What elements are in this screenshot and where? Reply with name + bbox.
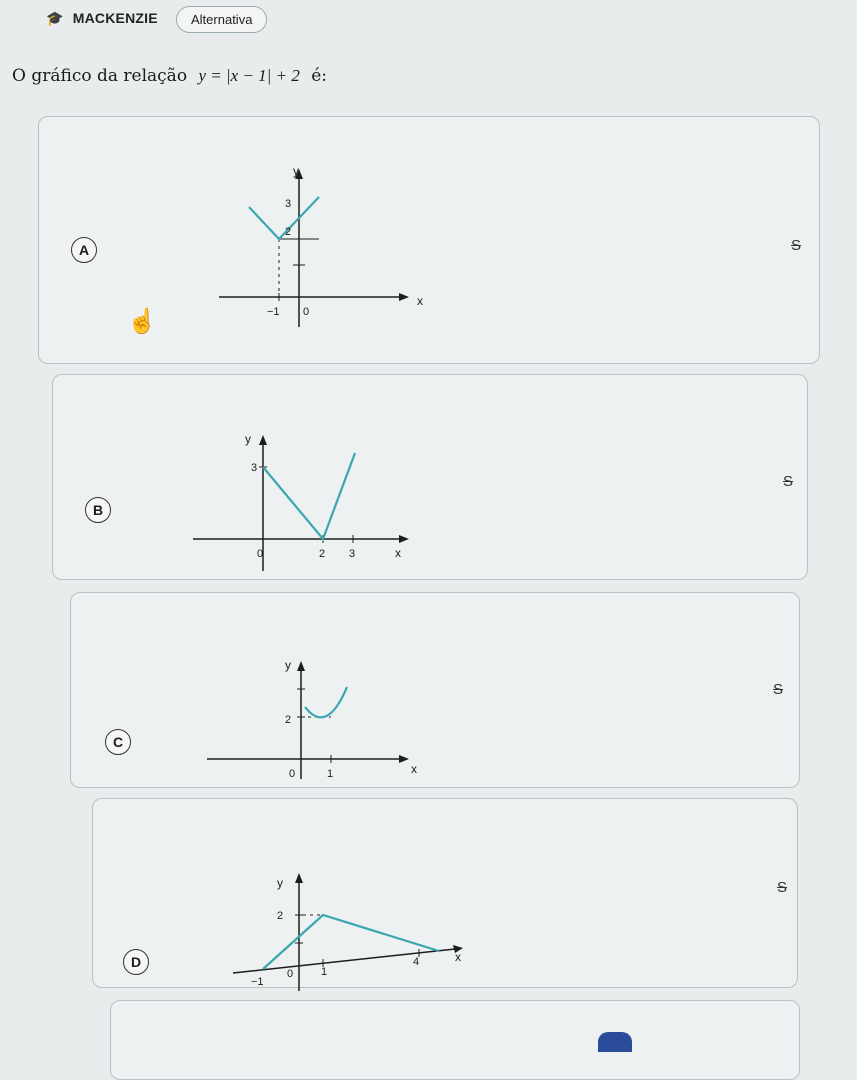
option-d-y-label: y xyxy=(277,876,283,890)
option-b-graph: y x 3 0 2 3 xyxy=(193,432,409,571)
option-d-tick-1: 1 xyxy=(321,966,327,978)
corner-badge xyxy=(598,1032,632,1052)
option-next-edge xyxy=(110,1000,800,1080)
option-d-tick-0: 0 xyxy=(287,968,293,980)
option-d-x-label: x xyxy=(455,950,461,964)
option-c-tick-0: 0 xyxy=(289,768,295,780)
option-c-graph: y x 2 0 1 xyxy=(207,658,417,780)
question-suffix: é: xyxy=(311,66,328,86)
option-c[interactable]: C S y x 2 0 1 xyxy=(70,592,800,788)
option-b-letter: B xyxy=(85,497,111,523)
hand-pointer-icon: ☝ xyxy=(127,308,157,335)
option-d-tick-2: 2 xyxy=(277,910,283,922)
option-c-y-label: y xyxy=(285,658,291,672)
question-prefix: O gráfico da relação xyxy=(12,66,188,86)
option-d-tick-4: 4 xyxy=(413,956,419,968)
option-a-tick-minus-1: −1 xyxy=(267,306,280,318)
option-b-tick-2: 2 xyxy=(319,548,325,560)
option-b-strike-button[interactable]: S xyxy=(783,473,793,490)
brand: 🎓 MACKENZIE xyxy=(46,10,158,27)
graduation-cap-icon: 🎓 xyxy=(46,10,64,26)
option-a-y-label: y xyxy=(293,164,299,178)
header: 🎓 MACKENZIE Alternativa xyxy=(0,0,857,44)
option-b-tick-3: 3 xyxy=(251,462,257,474)
option-d-letter: D xyxy=(123,949,149,975)
option-c-letter: C xyxy=(105,729,131,755)
option-b[interactable]: B S y x 3 0 2 3 xyxy=(52,374,808,580)
option-c-tick-1: 1 xyxy=(327,768,333,780)
option-d[interactable]: D S y x 2 −1 0 1 4 xyxy=(92,798,798,991)
question-equation: y = |x − 1| + 2 xyxy=(198,66,300,85)
option-a-tick-3: 3 xyxy=(285,198,291,210)
option-a-strike-button[interactable]: S xyxy=(791,237,801,254)
option-d-strike-button[interactable]: S xyxy=(777,879,787,896)
option-b-x-label: x xyxy=(395,546,401,560)
option-b-y-label: y xyxy=(245,432,251,446)
option-a-tick-0: 0 xyxy=(303,306,309,318)
alternativa-tag: Alternativa xyxy=(176,6,268,33)
option-a-tick-2: 2 xyxy=(285,226,291,238)
option-a-x-label: x xyxy=(417,294,423,308)
question-text: O gráfico da relação y = |x − 1| + 2 é: xyxy=(12,66,327,86)
brand-label: MACKENZIE xyxy=(72,10,158,26)
option-a-graph: y x 3 2 −1 0 xyxy=(219,164,423,327)
option-c-strike-button[interactable]: S xyxy=(773,681,783,698)
option-a-letter: A xyxy=(71,237,97,263)
option-c-tick-2: 2 xyxy=(285,714,291,726)
option-b-tick-0: 0 xyxy=(257,548,263,560)
option-d-graph: y x 2 −1 0 1 4 xyxy=(233,873,463,991)
option-b-tick-x3: 3 xyxy=(349,548,355,560)
option-d-tick-minus-1: −1 xyxy=(251,976,264,988)
option-a[interactable]: A S y x 3 2 −1 0 ☝ xyxy=(38,116,820,364)
option-c-x-label: x xyxy=(411,762,417,776)
